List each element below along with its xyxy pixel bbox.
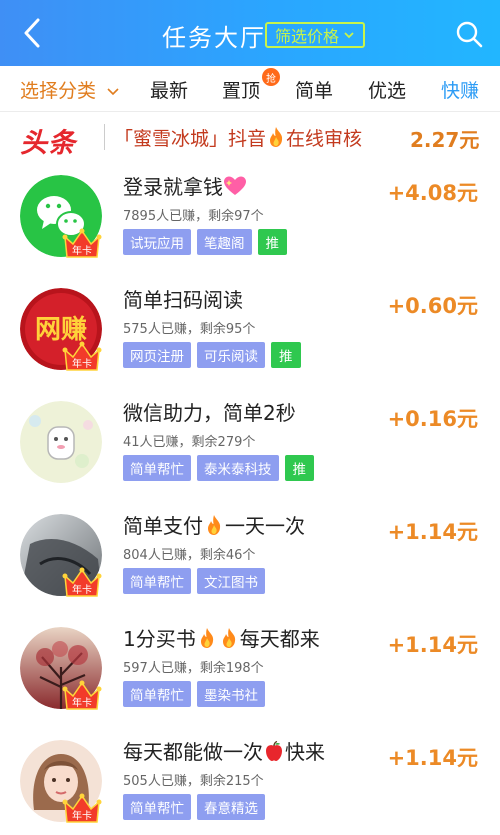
annual-card-crown-icon: 年卡 bbox=[62, 793, 102, 823]
crown-label: 年卡 bbox=[72, 244, 92, 257]
task-item[interactable]: 年卡 每天都能做一次 快来 505人已赚，剩余215个 简单帮忙 春意精选 +1.… bbox=[0, 730, 500, 835]
task-title: 简单扫码阅读 bbox=[123, 288, 243, 312]
tag-chip: 笔趣阁 bbox=[197, 229, 252, 255]
task-title-text: 简单支付 bbox=[123, 514, 203, 538]
tag-chip: 泰米泰科技 bbox=[197, 455, 279, 481]
task-reward: +1.14元 bbox=[387, 633, 478, 657]
recommend-badge: 推 bbox=[271, 342, 301, 368]
price-filter-button[interactable]: 筛选价格 bbox=[265, 22, 365, 48]
headline-text-sub: 在线审核 bbox=[286, 128, 363, 150]
task-item[interactable]: 网赚 年卡 简单扫码阅读 575人已赚，剩余95个 网页注册 可乐阅读 推 +0… bbox=[0, 278, 500, 391]
headline-banner[interactable]: 头条 「蜜雪冰城」抖音 在线审核 2.27元 bbox=[0, 112, 500, 162]
task-reward: +1.14元 bbox=[387, 520, 478, 544]
recommend-badge: 推 bbox=[284, 455, 314, 481]
tag-chip: 简单帮忙 bbox=[123, 455, 191, 481]
task-tags: 简单帮忙 春意精选 bbox=[123, 794, 265, 820]
task-title-suffix: 一天一次 bbox=[225, 514, 305, 538]
tag-chip: 简单帮忙 bbox=[123, 681, 191, 707]
headline-tag: 头条 bbox=[20, 128, 76, 159]
tag-chip: 可乐阅读 bbox=[197, 342, 265, 368]
recommend-badge: 推 bbox=[257, 229, 287, 255]
category-tabs: 选择分类 最新 置顶 简单 优选 快赚 bbox=[0, 66, 500, 112]
fire-icon bbox=[222, 628, 235, 648]
fire-icon bbox=[270, 127, 283, 147]
task-title: 微信助力，简单2秒 bbox=[123, 401, 296, 425]
task-reward: +4.08元 bbox=[387, 181, 478, 205]
task-tags: 试玩应用 笔趣阁 推 bbox=[123, 229, 287, 255]
task-tags: 简单帮忙 墨染书社 bbox=[123, 681, 265, 707]
task-title: 1分买书 每天都来 bbox=[123, 623, 320, 652]
crown-label: 年卡 bbox=[72, 583, 92, 596]
task-item[interactable]: 年卡 登录就拿钱 7895人已赚，剩余97个 试玩应用 笔趣阁 推 +4.08元 bbox=[0, 165, 500, 278]
tag-chip: 试玩应用 bbox=[123, 229, 191, 255]
annual-card-crown-icon: 年卡 bbox=[62, 228, 102, 258]
task-title: 简单支付 一天一次 bbox=[123, 510, 305, 539]
top-bar: 任务大厅 筛选价格 bbox=[0, 0, 500, 66]
tag-chip: 简单帮忙 bbox=[123, 794, 191, 820]
chevron-down-icon bbox=[107, 87, 119, 95]
task-title-suffix: 每天都来 bbox=[239, 627, 320, 651]
headline-text: 「蜜雪冰城」抖音 在线审核 bbox=[114, 124, 362, 151]
task-reward: +1.14元 bbox=[387, 746, 478, 770]
task-title-text: 登录就拿钱 bbox=[123, 175, 223, 199]
crown-label: 年卡 bbox=[72, 357, 92, 370]
task-stats: 575人已赚，剩余95个 bbox=[123, 322, 256, 337]
task-stats: 804人已赚，剩余46个 bbox=[123, 548, 256, 563]
fire-icon bbox=[200, 628, 213, 648]
task-reward: +0.16元 bbox=[387, 407, 478, 431]
headline-text-main: 「蜜雪冰城」抖音 bbox=[114, 128, 267, 150]
fire-icon bbox=[208, 515, 221, 535]
task-tags: 网页注册 可乐阅读 推 bbox=[123, 342, 301, 368]
tab-select-category[interactable]: 选择分类 bbox=[20, 76, 120, 103]
annual-card-crown-icon: 年卡 bbox=[62, 680, 102, 710]
page-title: 任务大厅 bbox=[162, 24, 266, 52]
tag-chip: 墨染书社 bbox=[197, 681, 265, 707]
chevron-down-icon bbox=[344, 32, 354, 39]
tab-quick-earn[interactable]: 快赚 bbox=[441, 76, 479, 103]
task-item[interactable]: 微信助力，简单2秒 41人已赚，剩余279个 简单帮忙 泰米泰科技 推 +0.1… bbox=[0, 391, 500, 504]
tab-pinned[interactable]: 置顶 bbox=[222, 76, 260, 103]
task-stats: 505人已赚，剩余215个 bbox=[123, 774, 264, 789]
annual-card-crown-icon: 年卡 bbox=[62, 567, 102, 597]
task-tags: 简单帮忙 文江图书 bbox=[123, 568, 265, 594]
price-filter-label: 筛选价格 bbox=[274, 27, 339, 46]
task-title-text: 每天都能做一次 bbox=[123, 740, 263, 764]
task-item[interactable]: 年卡 简单支付 一天一次 804人已赚，剩余46个 简单帮忙 文江图书 +1.14… bbox=[0, 504, 500, 617]
crown-label: 年卡 bbox=[72, 809, 92, 822]
task-item[interactable]: 年卡 1分买书 每天都来 597人已赚，剩余198个 简单帮忙 墨染书社 +1.1… bbox=[0, 617, 500, 730]
back-arrow-icon[interactable] bbox=[18, 16, 48, 50]
sparkling-heart-icon bbox=[224, 176, 246, 195]
tag-chip: 简单帮忙 bbox=[123, 568, 191, 594]
task-stats: 597人已赚，剩余198个 bbox=[123, 661, 264, 676]
tab-featured[interactable]: 优选 bbox=[368, 76, 406, 103]
headline-amount: 2.27元 bbox=[410, 128, 480, 152]
task-title-text: 1分买书 bbox=[123, 627, 196, 651]
search-icon[interactable] bbox=[455, 20, 483, 48]
cartoon-avatar bbox=[20, 401, 102, 483]
task-title: 登录就拿钱 bbox=[123, 171, 247, 200]
annual-card-crown-icon: 年卡 bbox=[62, 341, 102, 371]
tab-label: 选择分类 bbox=[20, 80, 97, 102]
tag-chip: 网页注册 bbox=[123, 342, 191, 368]
task-title-suffix: 快来 bbox=[285, 740, 325, 764]
task-reward: +0.60元 bbox=[387, 294, 478, 318]
tab-simple[interactable]: 简单 bbox=[295, 76, 333, 103]
divider bbox=[104, 124, 105, 150]
tag-chip: 文江图书 bbox=[197, 568, 265, 594]
task-stats: 7895人已赚，剩余97个 bbox=[123, 209, 264, 224]
task-title: 每天都能做一次 快来 bbox=[123, 736, 325, 765]
crown-label: 年卡 bbox=[72, 696, 92, 709]
tag-chip: 春意精选 bbox=[197, 794, 265, 820]
task-stats: 41人已赚，剩余279个 bbox=[123, 435, 256, 450]
apple-icon bbox=[266, 740, 282, 761]
task-tags: 简单帮忙 泰米泰科技 推 bbox=[123, 455, 314, 481]
grab-badge: 抢 bbox=[262, 68, 280, 86]
tab-latest[interactable]: 最新 bbox=[150, 76, 188, 103]
